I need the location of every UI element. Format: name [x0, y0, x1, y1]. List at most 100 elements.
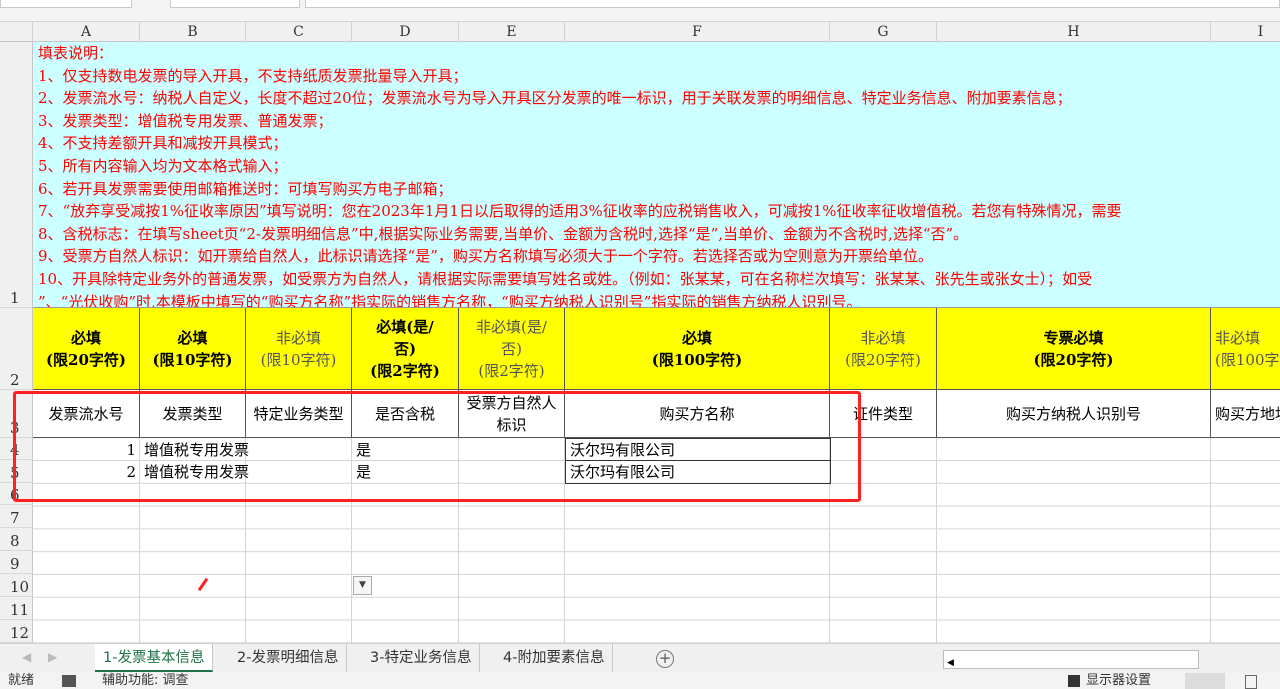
requirement-cell[interactable]: 非必填(是/否) (限2字符) — [459, 308, 565, 390]
column-header[interactable]: G — [830, 22, 937, 42]
select-all[interactable] — [0, 22, 33, 42]
serial-cell[interactable]: 2 — [33, 461, 140, 483]
name-box[interactable] — [0, 0, 132, 8]
requirement-cell[interactable]: 非必填 (限100字符) — [1211, 308, 1280, 390]
header-cell[interactable]: 受票方自然人标识 — [459, 390, 565, 438]
note-line: 8、含税标志：在填写sheet页“2-发票明细信息”中,根据实际业务需要,当单价… — [38, 224, 969, 243]
tax-included-cell[interactable]: 是 — [352, 439, 375, 461]
tab-sheet-4[interactable]: 4-附加要素信息 — [495, 644, 614, 672]
note-line: 2、发票流水号：纳税人自定义，长度不超过20位；发票流水号为导入开具区分发票的唯… — [38, 89, 1072, 108]
req-line: (限100字符) — [1215, 350, 1280, 369]
req-line: 非必填 — [275, 328, 321, 347]
requirement-cell[interactable]: 必填 (限10字符) — [140, 308, 246, 390]
column-headers: A B C D E F G H I — [0, 22, 1280, 42]
header-cell[interactable]: 购买方纳税人识别号 — [937, 390, 1211, 438]
accessibility-status[interactable]: 辅助功能: 调查 — [102, 673, 189, 689]
req-line: 必填 — [70, 328, 101, 347]
req-line: (限100字符) — [651, 350, 743, 369]
tab-sheet-3[interactable]: 3-特定业务信息 — [362, 644, 481, 672]
column-header[interactable]: F — [565, 22, 830, 42]
column-header[interactable]: E — [459, 22, 565, 42]
normal-view-icon[interactable] — [1185, 673, 1225, 689]
header-cell[interactable]: 购买方地址 — [1211, 390, 1280, 438]
column-header[interactable]: C — [246, 22, 352, 42]
req-line: 非必填(是/ — [476, 317, 547, 336]
column-header[interactable]: I — [1211, 22, 1280, 42]
page-layout-view-icon[interactable] — [1245, 675, 1257, 689]
req-line: 必填 — [177, 328, 208, 347]
tab-sheet-2[interactable]: 2-发票明细信息 — [229, 644, 348, 672]
status-ready: 就绪 — [8, 673, 35, 688]
row-header[interactable]: 11 — [0, 597, 33, 620]
tab-scroll-right-icon[interactable]: ▶ — [48, 650, 57, 664]
tab-sheet-1[interactable]: 1-发票基本信息 — [95, 644, 214, 672]
row-header[interactable]: 5 — [0, 460, 33, 483]
type-cell[interactable]: 增值税专用发票 — [140, 461, 253, 483]
sheet-tab-bar: ◀ ▶ 1-发票基本信息 2-发票明细信息 3-特定业务信息 4-附加要素信息 … — [0, 643, 1280, 673]
macro-icon[interactable] — [62, 675, 76, 687]
req-line: 否) — [393, 339, 417, 358]
note-line: 填表说明： — [38, 44, 114, 62]
row-header[interactable]: 12 — [0, 620, 33, 643]
req-line: 必填(是/ — [376, 317, 434, 336]
req-line: (限20字符) — [845, 350, 921, 369]
req-line: 非必填 — [1215, 328, 1261, 347]
tax-included-cell[interactable]: 是 — [352, 461, 375, 483]
req-line: 非必填 — [860, 328, 906, 347]
row-header[interactable]: 7 — [0, 505, 33, 528]
row-header[interactable]: 1 — [0, 42, 33, 308]
requirement-cell[interactable]: 非必填 (限10字符) — [246, 308, 352, 390]
dropdown-arrow-icon[interactable]: ▼ — [353, 576, 372, 595]
column-header[interactable]: A — [33, 22, 140, 42]
req-line: (限2字符) — [370, 361, 440, 380]
header-cell[interactable]: 发票类型 — [140, 390, 246, 438]
column-header[interactable]: D — [352, 22, 459, 42]
formula-controls[interactable] — [170, 0, 300, 8]
tab-scroll-left-icon[interactable]: ◀ — [22, 650, 31, 664]
type-cell[interactable]: 增值税专用发票 — [140, 439, 253, 461]
requirement-cell[interactable]: 必填 (限20字符) — [33, 308, 140, 390]
header-cell[interactable]: 特定业务类型 — [246, 390, 352, 438]
add-sheet-icon[interactable]: + — [656, 650, 674, 668]
display-icon — [1068, 675, 1080, 687]
note-line: 7、“放弃享受减按1%征收率原因”填写说明：您在2023年1月1日以后取得的适用… — [38, 202, 1122, 221]
note-line: 6、若开具发票需要使用邮箱推送时：可填写购买方电子邮箱； — [38, 179, 453, 198]
note-line: 1、仅支持数电发票的导入开具，不支持纸质发票批量导入开具； — [38, 66, 468, 85]
row-header[interactable]: 3 — [0, 390, 33, 438]
row-header[interactable]: 9 — [0, 551, 33, 574]
row-header[interactable]: 4 — [0, 438, 33, 460]
grid-line — [936, 438, 937, 643]
instructions-cell[interactable]: 填表说明： 1、仅支持数电发票的导入开具，不支持纸质发票批量导入开具； 2、发票… — [33, 42, 1280, 308]
row-header[interactable]: 10 — [0, 574, 33, 597]
row-header[interactable]: 2 — [0, 308, 33, 390]
formula-input[interactable] — [305, 0, 1280, 8]
horizontal-scrollbar[interactable]: ◀ — [943, 650, 1199, 669]
requirement-cell[interactable]: 必填 (限100字符) — [565, 308, 830, 390]
requirement-cell[interactable]: 专票必填 (限20字符) — [937, 308, 1211, 390]
note-line: 5、所有内容输入均为文本格式输入； — [38, 156, 288, 175]
note-line: ”、“光伏收购”时,本模板中填写的“购买方名称”指实际的销售方名称，“购买方纳税… — [38, 292, 862, 308]
header-cell[interactable]: 是否含税 — [352, 390, 459, 438]
header-cell[interactable]: 购买方名称 — [565, 390, 830, 438]
display-settings[interactable]: 显示器设置 — [1086, 673, 1151, 689]
req-line: (限10字符) — [260, 350, 337, 369]
row-header[interactable]: 8 — [0, 528, 33, 551]
serial-cell[interactable]: 1 — [33, 439, 140, 461]
buyer-cell[interactable]: 沃尔玛有限公司 — [565, 460, 831, 484]
row-header[interactable]: 6 — [0, 483, 33, 505]
formula-bar-area — [0, 0, 1280, 22]
note-line: 10、开具除特定业务外的普通发票，如受票方为自然人，请根据实际需要填写姓名或姓。… — [38, 269, 1093, 288]
header-cell[interactable]: 发票流水号 — [33, 390, 140, 438]
column-header[interactable]: B — [140, 22, 246, 42]
note-line: 3、发票类型：增值税专用发票、普通发票； — [38, 111, 333, 130]
requirement-cell[interactable]: 非必填 (限20字符) — [830, 308, 937, 390]
header-cell[interactable]: 证件类型 — [830, 390, 937, 438]
grid-line — [1210, 438, 1211, 643]
req-line: (限20字符) — [1033, 350, 1114, 369]
buyer-cell[interactable]: 沃尔玛有限公司 — [565, 438, 831, 461]
note-line: 4、不支持差额开具和减按开具模式； — [38, 134, 288, 153]
requirement-cell[interactable]: 必填(是/否) (限2字符) — [352, 308, 459, 390]
grid-line — [458, 438, 459, 643]
req-line: 否) — [501, 339, 522, 358]
column-header[interactable]: H — [937, 22, 1211, 42]
